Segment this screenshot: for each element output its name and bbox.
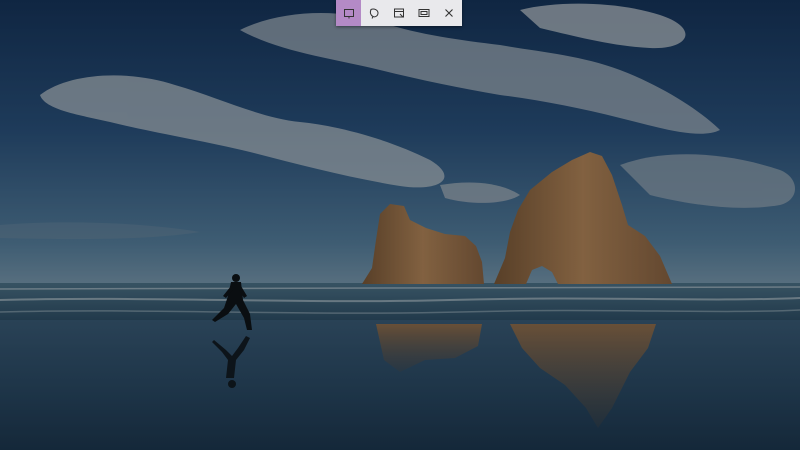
freeform-snip-button[interactable]	[361, 0, 386, 26]
freeform-snip-icon	[369, 8, 379, 19]
fullscreen-snip-button[interactable]	[412, 0, 437, 26]
window-snip-button[interactable]	[386, 0, 411, 26]
close-icon	[445, 9, 454, 17]
fullscreen-snip-icon	[418, 9, 430, 17]
desktop-screen	[0, 0, 800, 450]
rectangular-snip-button[interactable]	[336, 0, 362, 26]
snip-toolbar	[336, 0, 462, 26]
rectangular-snip-icon	[343, 9, 354, 19]
window-snip-icon	[393, 8, 405, 18]
close-snip-button[interactable]	[437, 0, 462, 26]
snip-dim-overlay[interactable]	[0, 0, 800, 450]
